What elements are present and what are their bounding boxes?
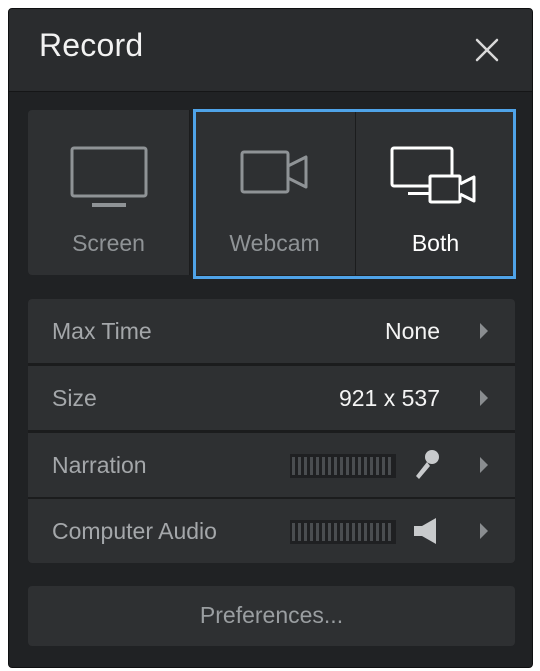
narration-label: Narration bbox=[52, 452, 147, 478]
settings-list: Max Time None Size 921 x 537 Narration C… bbox=[28, 299, 515, 563]
record-panel: Record Screen Webcam Both Max Time None … bbox=[8, 8, 533, 668]
max-time-row[interactable]: Max Time None bbox=[28, 299, 515, 363]
mode-screen-label: Screen bbox=[72, 230, 145, 256]
preferences-button[interactable]: Preferences... bbox=[28, 586, 515, 646]
narration-level-meter bbox=[290, 454, 396, 478]
close-icon[interactable] bbox=[474, 37, 500, 63]
computer-audio-label: Computer Audio bbox=[52, 518, 217, 544]
computer-audio-row[interactable]: Computer Audio bbox=[28, 499, 515, 563]
size-row[interactable]: Size 921 x 537 bbox=[28, 366, 515, 430]
monitor-icon bbox=[70, 146, 147, 207]
monitor-with-camera-icon bbox=[390, 146, 475, 204]
size-value: 921 x 537 bbox=[338, 385, 440, 411]
video-camera-icon bbox=[240, 150, 307, 194]
record-mode-selector: Screen Webcam Both bbox=[28, 110, 515, 275]
microphone-icon bbox=[416, 450, 439, 479]
title-bar: Record bbox=[9, 9, 532, 92]
chevron-right-icon bbox=[480, 323, 488, 339]
max-time-label: Max Time bbox=[52, 318, 152, 344]
chevron-right-icon bbox=[480, 523, 488, 539]
mode-webcam-label: Webcam bbox=[229, 230, 320, 256]
size-label: Size bbox=[52, 385, 97, 411]
computer-audio-level-meter bbox=[290, 520, 396, 544]
mode-screen-button[interactable]: Screen bbox=[28, 110, 190, 275]
preferences-label: Preferences... bbox=[199, 602, 344, 628]
speaker-icon bbox=[414, 518, 436, 544]
window-title: Record bbox=[39, 27, 144, 63]
mode-webcam-button[interactable]: Webcam bbox=[194, 110, 356, 275]
narration-row[interactable]: Narration bbox=[28, 433, 515, 497]
max-time-value: None bbox=[385, 318, 440, 344]
mode-both-button[interactable]: Both bbox=[356, 110, 515, 275]
chevron-right-icon bbox=[480, 390, 488, 406]
chevron-right-icon bbox=[480, 457, 488, 473]
mode-both-label: Both bbox=[411, 230, 460, 256]
